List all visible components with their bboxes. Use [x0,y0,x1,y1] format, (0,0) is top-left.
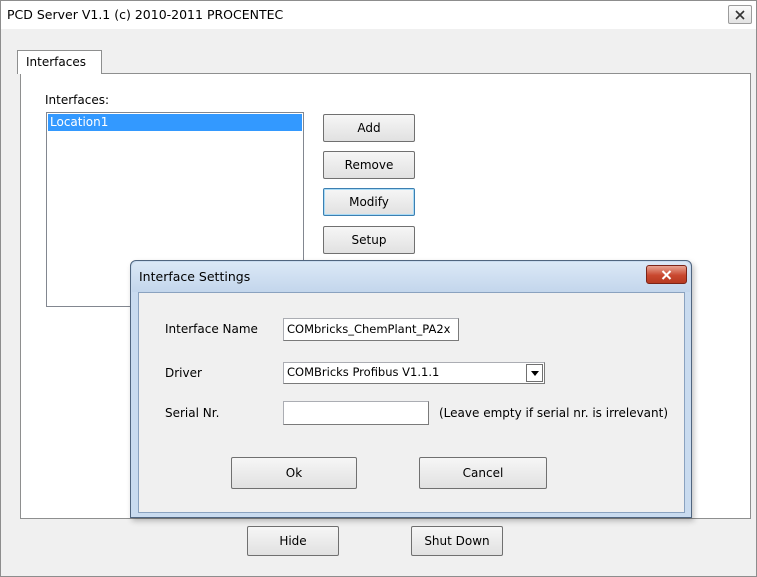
shut-down-button[interactable]: Shut Down [411,526,503,556]
dialog-titlebar: Interface Settings [132,262,690,292]
driver-label: Driver [165,366,202,380]
interface-settings-dialog: Interface Settings Interface Name COMbri… [130,260,692,518]
chevron-down-icon [530,370,539,376]
remove-button[interactable]: Remove [323,151,415,179]
modify-button[interactable]: Modify [323,188,415,216]
tab-interfaces[interactable]: Interfaces [17,50,102,74]
interfaces-label: Interfaces: [45,93,110,107]
main-titlebar: PCD Server V1.1 (c) 2010-2011 PROCENTEC [1,1,756,29]
driver-select[interactable]: COMBricks Profibus V1.1.1 [283,362,545,384]
interface-name-input[interactable]: COMbricks_ChemPlant_PA2x [283,318,459,341]
driver-dropdown-button[interactable] [526,364,543,382]
close-icon [735,9,745,20]
list-item[interactable]: Location1 [48,114,302,131]
cancel-button[interactable]: Cancel [419,457,547,489]
serial-nr-label: Serial Nr. [165,406,220,420]
window-title: PCD Server V1.1 (c) 2010-2011 PROCENTEC [7,7,284,22]
setup-button[interactable]: Setup [323,226,415,254]
dialog-close-button[interactable] [646,265,687,284]
window-close-button[interactable] [728,5,752,24]
hide-button[interactable]: Hide [247,526,339,556]
dialog-body: Interface Name COMbricks_ChemPlant_PA2x … [138,292,685,513]
dialog-title: Interface Settings [139,269,251,284]
add-button[interactable]: Add [323,114,415,142]
ok-button[interactable]: Ok [231,457,357,489]
main-window: PCD Server V1.1 (c) 2010-2011 PROCENTEC … [0,0,757,577]
serial-nr-hint: (Leave empty if serial nr. is irrelevant… [439,406,669,420]
driver-selected-value: COMBricks Profibus V1.1.1 [287,365,440,379]
serial-nr-input[interactable] [283,401,429,425]
interface-name-label: Interface Name [165,322,258,336]
close-icon [661,269,672,280]
